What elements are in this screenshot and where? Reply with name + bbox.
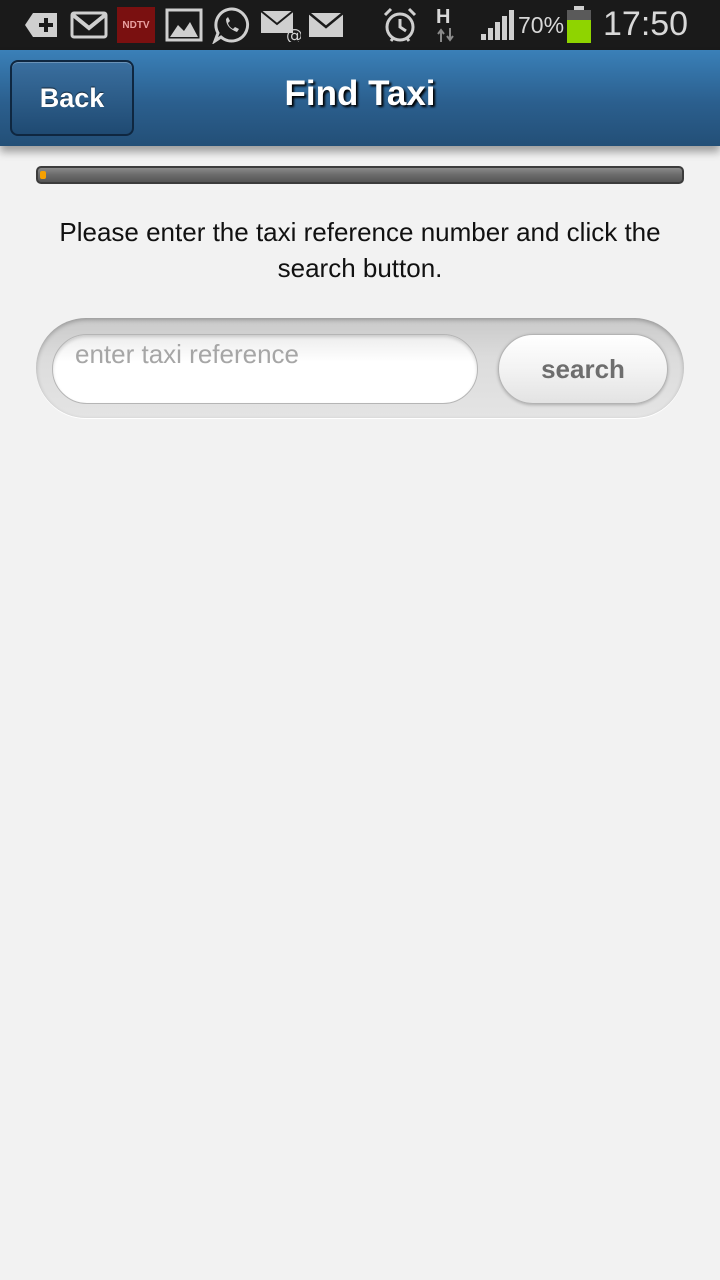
- status-bar: NDTV @: [0, 0, 720, 50]
- progress-bar: [36, 166, 684, 184]
- alarm-icon: [380, 7, 420, 43]
- gmail-icon: [68, 7, 110, 43]
- back-button[interactable]: Back: [10, 60, 134, 136]
- taxi-reference-input[interactable]: [52, 334, 478, 404]
- ndtv-icon: NDTV: [116, 7, 156, 43]
- ndtv-label: NDTV: [117, 7, 155, 43]
- battery-icon: [566, 6, 592, 44]
- search-bar: search: [36, 318, 684, 418]
- data-arrows-icon: [436, 26, 456, 44]
- mail-icon: [306, 7, 346, 43]
- instruction-text: Please enter the taxi reference number a…: [59, 217, 661, 283]
- add-icon: [20, 7, 62, 43]
- gallery-icon: [164, 7, 204, 43]
- svg-text:@: @: [286, 26, 301, 42]
- email-icon: @: [258, 7, 302, 43]
- header-bar: Back Find Taxi: [0, 50, 720, 146]
- progress-fill: [40, 171, 46, 179]
- signal-icon: [478, 7, 516, 43]
- clock-time: 17:50: [603, 5, 689, 43]
- battery-percent: 70%: [518, 12, 565, 38]
- page-title: Find Taxi: [284, 74, 436, 113]
- search-button[interactable]: search: [498, 334, 668, 404]
- whatsapp-icon: [210, 7, 254, 44]
